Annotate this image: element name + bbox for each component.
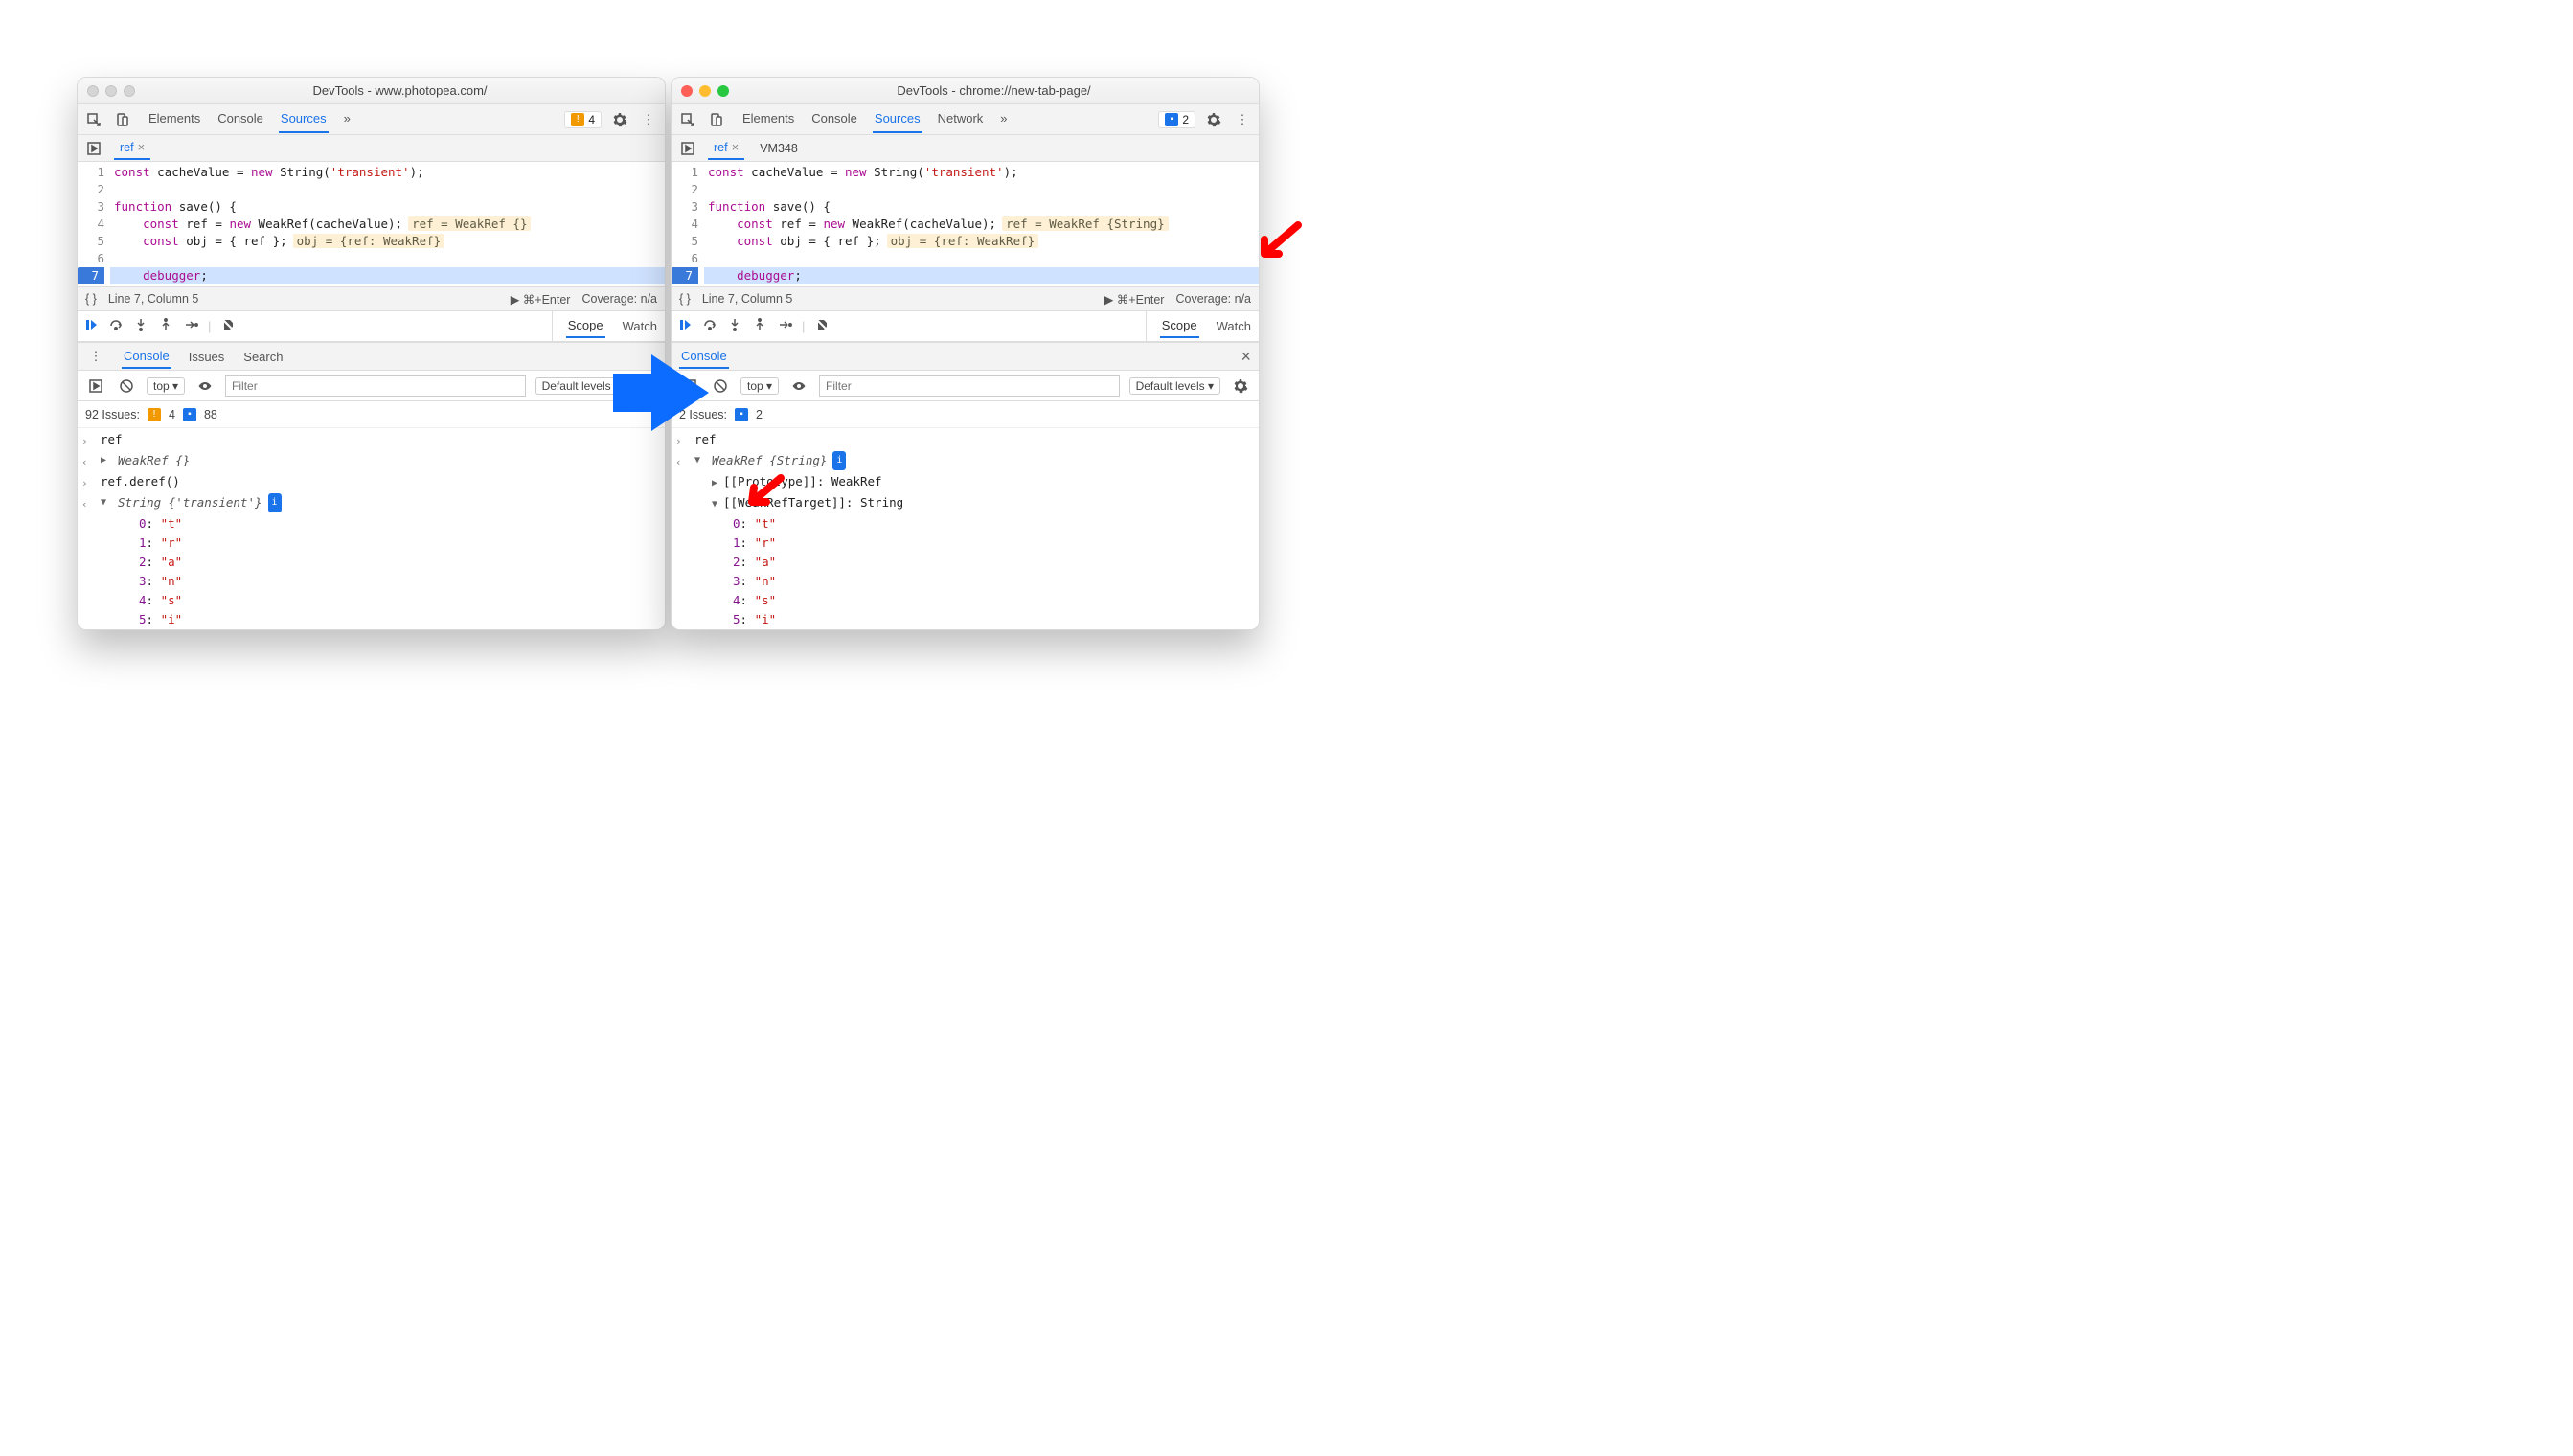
drawer-tab-issues[interactable]: Issues	[187, 346, 227, 368]
annotation-red-arrow-2	[742, 473, 790, 521]
device-icon[interactable]	[706, 109, 727, 130]
source-tab-ref[interactable]: ref ×	[114, 136, 150, 160]
coverage-status: Coverage: n/a	[1175, 292, 1251, 306]
tab-scope[interactable]: Scope	[566, 314, 605, 338]
tab-scope[interactable]: Scope	[1160, 314, 1199, 338]
tab-watch[interactable]: Watch	[621, 315, 659, 337]
traffic-min[interactable]	[105, 85, 117, 97]
step-icon[interactable]	[777, 317, 792, 335]
issues-summary[interactable]: 92 Issues: !4 ▪88	[78, 401, 665, 428]
cursor-position: Line 7, Column 5	[702, 292, 793, 306]
live-expression-icon[interactable]	[194, 375, 216, 397]
close-icon[interactable]: ×	[138, 140, 146, 154]
close-drawer-icon[interactable]: ×	[1241, 347, 1251, 367]
clear-console-icon[interactable]	[710, 375, 731, 397]
settings-icon[interactable]	[1230, 375, 1251, 397]
clear-console-icon[interactable]	[116, 375, 137, 397]
tab-watch[interactable]: Watch	[1215, 315, 1253, 337]
window-title: DevTools - chrome://new-tab-page/	[739, 83, 1249, 98]
traffic-close[interactable]	[681, 85, 693, 97]
levels-selector[interactable]: Default levels ▾	[1129, 377, 1220, 395]
tab-elements[interactable]: Elements	[740, 105, 796, 133]
tab-sources[interactable]: Sources	[873, 105, 922, 133]
panel-tabs: Elements Console Sources »	[147, 105, 353, 133]
braces-icon[interactable]: { }	[679, 292, 691, 306]
deactivate-breakpoints-icon[interactable]	[814, 317, 830, 335]
debugger-toolbar: | Scope Watch	[78, 311, 665, 342]
tabs-more[interactable]: »	[998, 105, 1009, 133]
cursor-position: Line 7, Column 5	[108, 292, 199, 306]
traffic-max[interactable]	[717, 85, 729, 97]
close-icon[interactable]: ×	[732, 140, 740, 154]
titlebar[interactable]: DevTools - chrome://new-tab-page/	[672, 78, 1259, 104]
annotation-red-arrow-1	[1255, 220, 1303, 268]
console-output[interactable]: ›ref‹▼WeakRef {String} i▶[[Prototype]]: …	[672, 428, 1259, 629]
main-toolbar: Elements Console Sources » !4 ⋮	[78, 104, 665, 135]
kebab-icon[interactable]: ⋮	[1232, 109, 1253, 130]
source-tab-ref[interactable]: ref×	[708, 136, 744, 160]
kebab-icon[interactable]: ⋮	[85, 346, 106, 367]
step-over-icon[interactable]	[702, 317, 717, 335]
code-editor[interactable]: 1234567 const cacheValue = new String('t…	[672, 162, 1259, 286]
annotation-arrow-right	[651, 354, 709, 431]
snippets-run-icon[interactable]	[85, 375, 106, 397]
coverage-status: Coverage: n/a	[581, 292, 657, 306]
console-output[interactable]: ›ref‹▶WeakRef {}›ref.deref()‹▼String {'t…	[78, 428, 665, 629]
tab-network[interactable]: Network	[936, 105, 986, 133]
tab-console[interactable]: Console	[216, 105, 265, 133]
context-selector[interactable]: top ▾	[740, 377, 779, 395]
traffic-min[interactable]	[699, 85, 711, 97]
step-icon[interactable]	[183, 317, 198, 335]
drawer-tab-search[interactable]: Search	[241, 346, 285, 368]
editor-status: { } Line 7, Column 5 ▶ ⌘+Enter Coverage:…	[78, 286, 665, 311]
code-editor[interactable]: 1234567 const cacheValue = new String('t…	[78, 162, 665, 286]
run-snippet[interactable]: ▶ ⌘+Enter	[511, 292, 571, 307]
snippets-run-icon[interactable]	[677, 138, 698, 159]
devtools-window-right: DevTools - chrome://new-tab-page/ Elemen…	[671, 77, 1260, 630]
braces-icon[interactable]: { }	[85, 292, 97, 306]
context-selector[interactable]: top ▾	[147, 377, 185, 395]
source-tab-vm[interactable]: VM348	[754, 138, 804, 159]
resume-icon[interactable]	[677, 317, 693, 335]
traffic-max[interactable]	[124, 85, 135, 97]
run-snippet[interactable]: ▶ ⌘+Enter	[1104, 292, 1165, 307]
step-into-icon[interactable]	[133, 317, 148, 335]
issues-summary[interactable]: 2 Issues: ▪2	[672, 401, 1259, 428]
step-over-icon[interactable]	[108, 317, 124, 335]
tab-elements[interactable]: Elements	[147, 105, 202, 133]
inspect-icon[interactable]	[83, 109, 104, 130]
tab-console[interactable]: Console	[809, 105, 859, 133]
deactivate-breakpoints-icon[interactable]	[220, 317, 236, 335]
inspect-icon[interactable]	[677, 109, 698, 130]
tab-sources[interactable]: Sources	[279, 105, 329, 133]
step-into-icon[interactable]	[727, 317, 742, 335]
settings-icon[interactable]	[609, 109, 630, 130]
issues-badge[interactable]: ▪2	[1158, 111, 1195, 128]
debugger-panel-tabs: Scope Watch	[552, 311, 659, 341]
drawer-tabs: ⋮ Console Issues Search	[78, 342, 665, 371]
filter-input[interactable]	[819, 375, 1120, 397]
device-icon[interactable]	[112, 109, 133, 130]
filter-input[interactable]	[225, 375, 526, 397]
tabs-more[interactable]: »	[342, 105, 353, 133]
traffic-close[interactable]	[87, 85, 99, 97]
titlebar[interactable]: DevTools - www.photopea.com/	[78, 78, 665, 104]
live-expression-icon[interactable]	[788, 375, 809, 397]
settings-icon[interactable]	[1203, 109, 1224, 130]
drawer-tab-console[interactable]: Console	[122, 345, 171, 369]
resume-icon[interactable]	[83, 317, 99, 335]
step-out-icon[interactable]	[158, 317, 173, 335]
kebab-icon[interactable]: ⋮	[638, 109, 659, 130]
issues-badge[interactable]: !4	[564, 111, 602, 128]
window-title: DevTools - www.photopea.com/	[145, 83, 655, 98]
snippets-run-icon[interactable]	[83, 138, 104, 159]
sources-tabbar: ref ×	[78, 135, 665, 162]
devtools-window-left: DevTools - www.photopea.com/ Elements Co…	[77, 77, 666, 630]
step-out-icon[interactable]	[752, 317, 767, 335]
console-toolbar: top ▾ Default levels ▾	[78, 371, 665, 401]
